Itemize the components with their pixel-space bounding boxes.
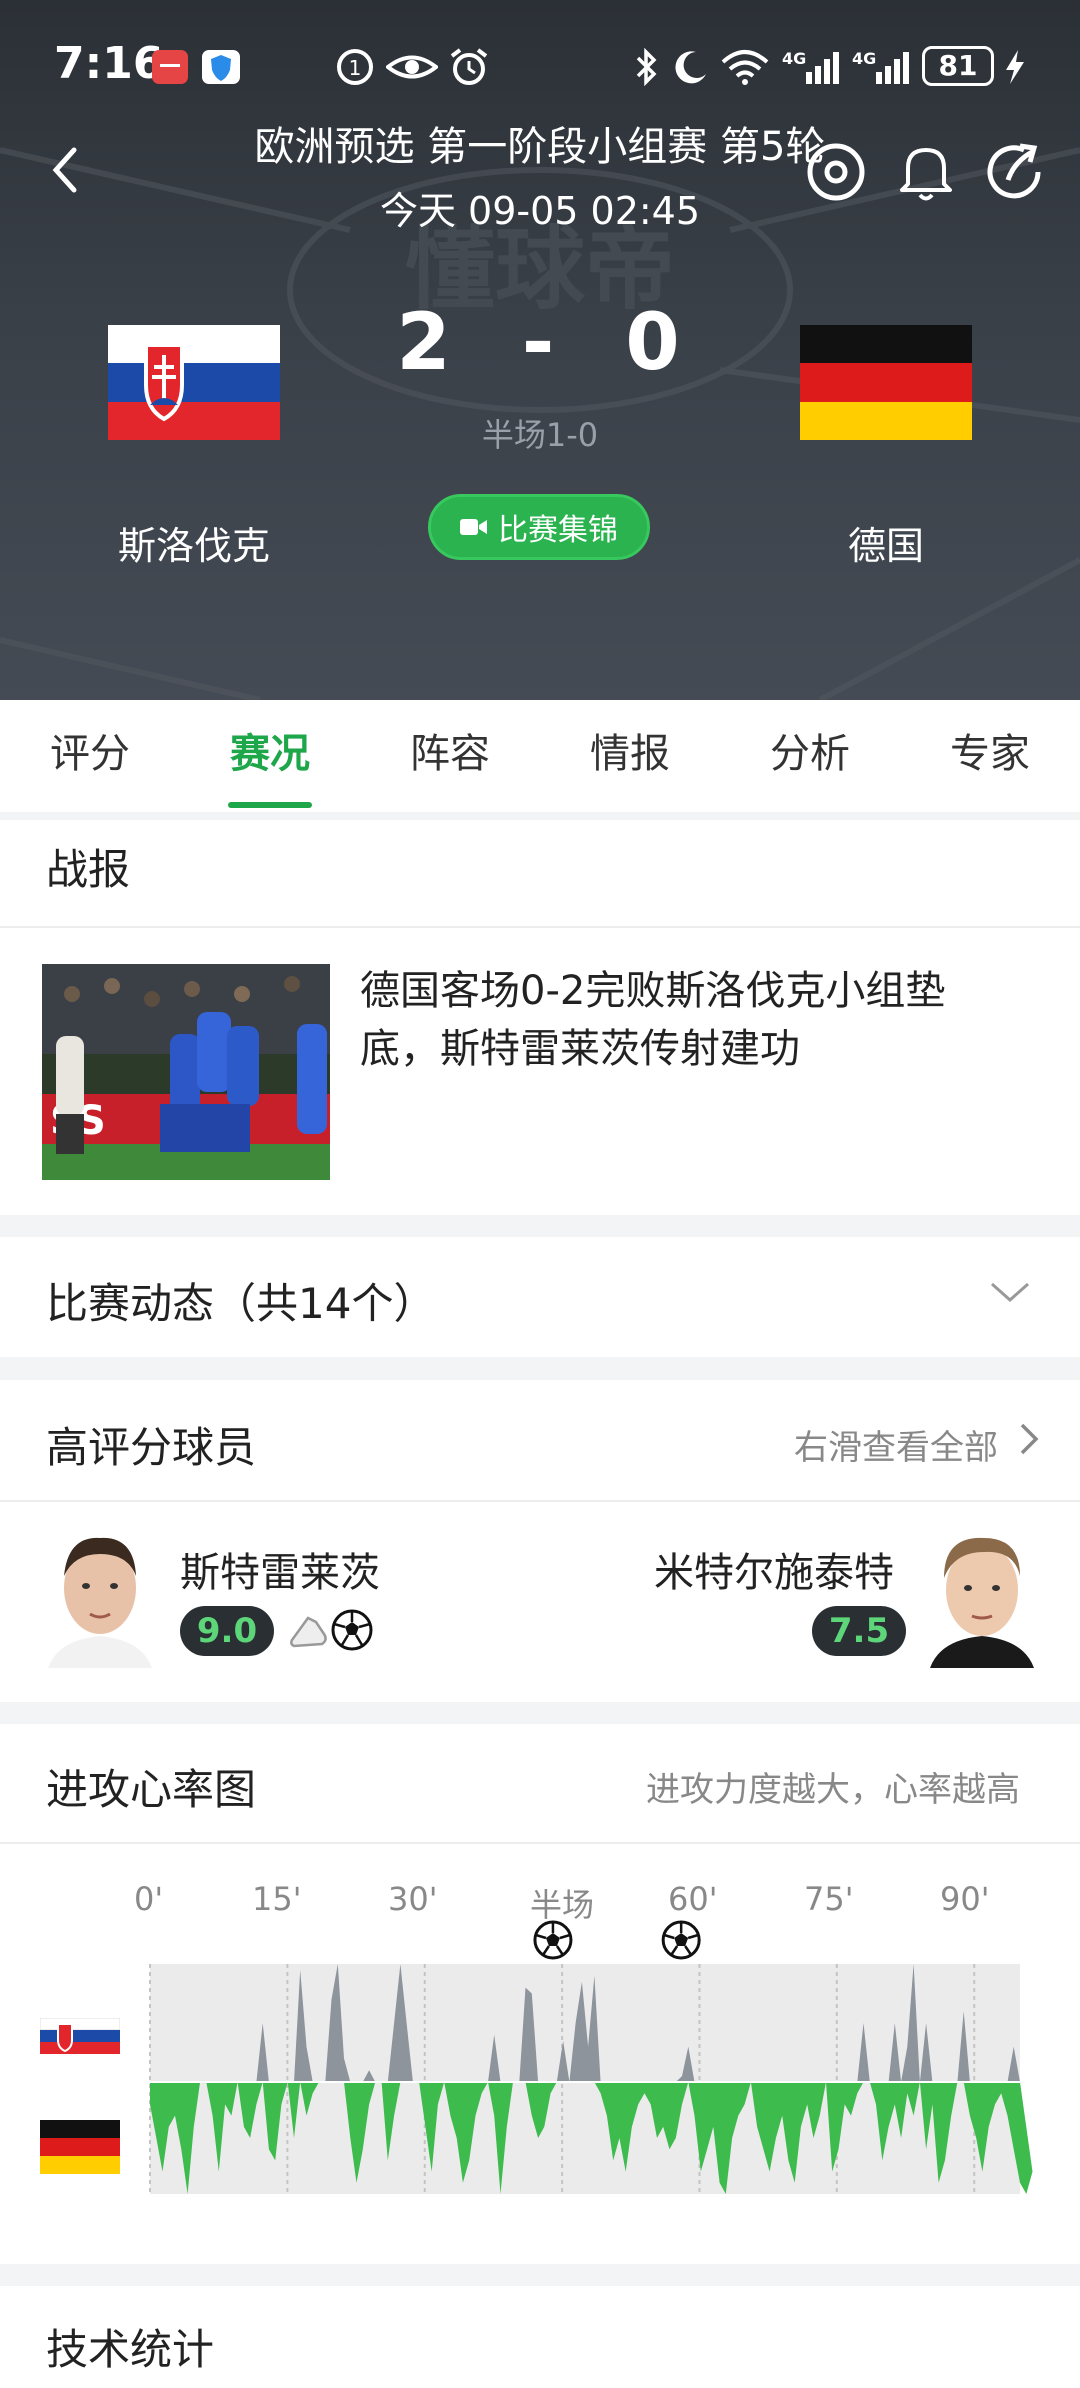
scoreline: 2 - 0 [390,298,690,388]
away-player-name[interactable]: 米特尔施泰特 [654,1540,894,1598]
svg-text:1: 1 [349,56,362,80]
momentum-title: 进攻心率图 [46,1765,257,1814]
report-divider [0,926,1080,928]
momentum-chart [149,1920,1033,2194]
away-score: 0 [625,298,684,388]
goal-ball-icon-2[interactable] [661,1920,701,1960]
app-notification-icon [152,50,188,84]
players-divider [0,1500,1080,1502]
back-button[interactable] [44,140,94,200]
video-icon [460,519,487,535]
tab-analysis[interactable]: 分析 [720,700,900,812]
highlights-label: 比赛集锦 [498,513,618,548]
live-camera-icon[interactable] [804,140,868,204]
boot-icon [290,1616,327,1648]
wifi-icon [721,50,769,85]
signal-4g-icon-2: 4G [852,49,909,84]
home-team-flag[interactable] [108,325,280,440]
home-score: 2 [396,298,455,388]
chevron-down-icon[interactable] [990,1280,1030,1304]
kickoff-time: 今天 09-05 02:45 [379,189,701,233]
status-time: 7:16 [54,38,164,89]
momentum-divider [0,1842,1080,1844]
away-team-name[interactable]: 德国 [756,515,1016,570]
away-player-avatar[interactable] [930,1528,1034,1668]
news-thumbnail[interactable]: SS [42,964,330,1180]
tab-intel[interactable]: 情报 [540,700,720,812]
news-headline[interactable]: 德国客场0-2完败斯洛伐克小组垫底，斯特雷莱茨传射建功 [360,962,1020,1078]
goal-ball-icon-1[interactable] [533,1920,573,1960]
tab-expert[interactable]: 专家 [900,700,1080,812]
halftime-score: 半场1-0 [481,416,599,454]
goal-ball-icon [331,1609,373,1651]
svg-text:4G: 4G [852,49,876,68]
away-team-flag[interactable] [800,325,972,440]
momentum-hint: 进攻力度越大，心率越高 [646,1770,1020,1810]
home-player-avatar[interactable] [48,1528,152,1668]
match-header: 懂球帝 7:16 1 4G 4G 81 欧洲预选 第一阶段小组赛 第5轮 今天 … [0,0,1080,700]
charging-icon [1006,50,1024,84]
tab-lineup[interactable]: 阵容 [360,700,540,812]
shield-notification-icon [202,50,240,84]
battery-level: 81 [922,46,994,86]
league-round: 欧洲预选 第一阶段小组赛 第5轮 [254,124,826,170]
score-separator: - [521,298,559,388]
tab-live[interactable]: 赛况 [180,700,360,812]
report-title: 战报 [46,845,131,894]
home-player-rating: 9.0 [180,1606,274,1656]
alarm-icon [450,48,488,85]
eye-comfort-icon [386,55,438,79]
highlights-button[interactable]: 比赛集锦 [428,494,650,560]
svg-text:4G: 4G [782,49,806,68]
top-players-title: 高评分球员 [46,1423,257,1472]
share-icon[interactable] [984,140,1048,204]
home-team-name[interactable]: 斯洛伐克 [64,515,324,570]
match-tabs: 评分 赛况 阵容 情报 分析 专家 [0,700,1080,812]
signal-4g-icon-1: 4G [782,49,839,84]
bell-icon[interactable] [894,140,958,204]
chevron-right-icon[interactable] [1018,1422,1042,1456]
events-label[interactable]: 比赛动态（共14个） [46,1270,435,1331]
bluetooth-icon [636,48,657,86]
tab-ratings[interactable]: 评分 [0,700,180,812]
status-bar: 7:16 1 4G 4G 81 [0,0,1080,130]
see-all-link[interactable]: 右滑查看全部 [794,1420,998,1469]
away-player-rating: 7.5 [812,1606,906,1656]
tech-stats-title: 技术统计 [46,2325,215,2374]
screen-time-icon: 1 [337,49,373,85]
home-player-name[interactable]: 斯特雷莱茨 [180,1540,380,1598]
do-not-disturb-icon [675,51,706,84]
